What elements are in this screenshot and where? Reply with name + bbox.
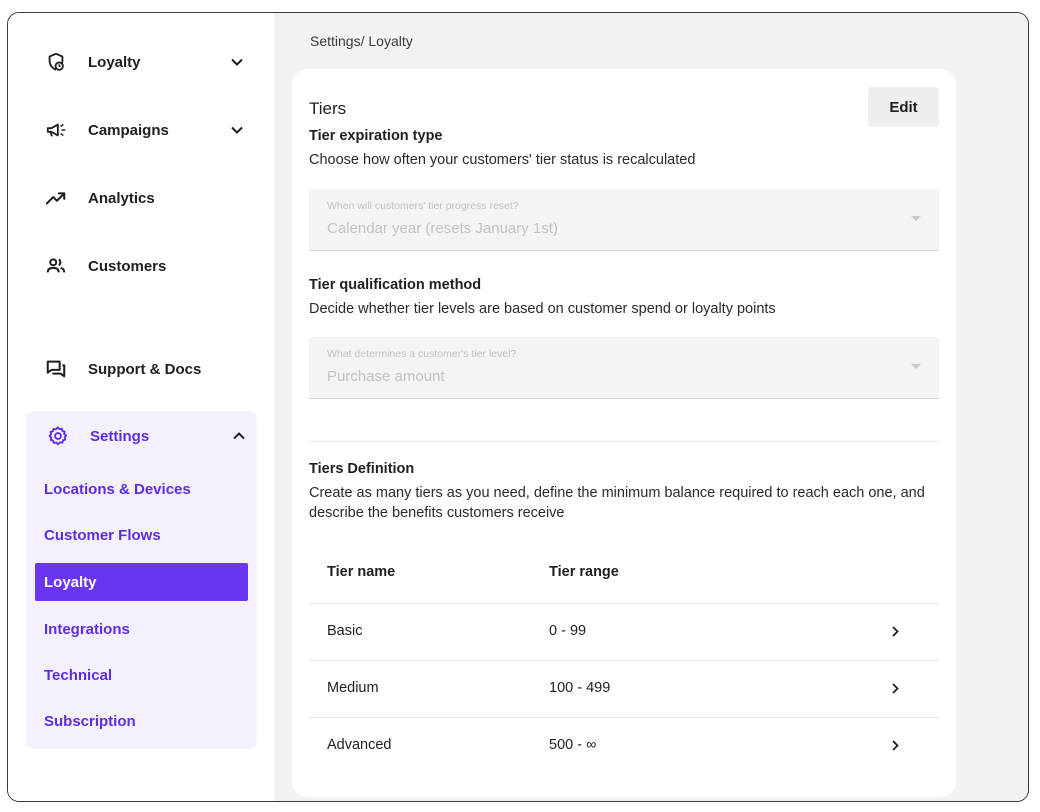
qualification-description: Decide whether tier levels are based on …	[309, 301, 776, 317]
breadcrumb: Settings/ Loyalty	[310, 33, 413, 49]
settings-submenu: Settings Locations & Devices Customer Fl…	[26, 411, 257, 749]
chevron-right-icon	[887, 622, 903, 640]
nav-settings[interactable]: Settings	[46, 421, 246, 451]
expiration-select[interactable]: When will customers' tier progress reset…	[309, 189, 939, 251]
settings-item-subscription[interactable]: Subscription	[44, 709, 234, 733]
tiers-card: Tiers Edit Tier expiration type Choose h…	[292, 69, 956, 797]
app-window: Loyalty Campaigns Analytics Customers Su…	[7, 12, 1029, 802]
chevron-down-icon	[230, 123, 244, 137]
nav-analytics-label: Analytics	[88, 189, 155, 207]
tier-name-cell: Medium	[327, 680, 379, 696]
nav-customers[interactable]: Customers	[44, 251, 244, 281]
expiration-title: Tier expiration type	[309, 128, 443, 144]
table-row[interactable]: Basic 0 - 99	[309, 603, 939, 660]
sidebar: Loyalty Campaigns Analytics Customers Su…	[8, 13, 274, 801]
gear-icon	[46, 424, 70, 448]
nav-customers-label: Customers	[88, 257, 167, 275]
qualification-select-value: Purchase amount	[327, 368, 445, 385]
megaphone-icon	[44, 118, 68, 142]
tier-range-cell: 500 - ∞	[549, 737, 597, 753]
nav-support-docs[interactable]: Support & Docs	[44, 354, 244, 384]
chevron-right-icon	[887, 679, 903, 697]
column-header-tier-range: Tier range	[549, 564, 619, 580]
nav-campaigns[interactable]: Campaigns	[44, 115, 244, 145]
settings-item-customer-flows[interactable]: Customer Flows	[44, 523, 234, 547]
settings-item-integrations[interactable]: Integrations	[44, 617, 234, 641]
table-row[interactable]: Advanced 500 - ∞	[309, 717, 939, 774]
nav-campaigns-label: Campaigns	[88, 121, 169, 139]
nav-loyalty-label: Loyalty	[88, 53, 141, 71]
qualification-select[interactable]: What determines a customer's tier level?…	[309, 337, 939, 399]
chevron-right-icon	[887, 736, 903, 754]
loyalty-shield-icon	[44, 50, 68, 74]
people-icon	[44, 254, 68, 278]
expiration-description: Choose how often your customers' tier st…	[309, 152, 696, 168]
dropdown-arrow-icon	[911, 216, 921, 221]
qualification-select-label: What determines a customer's tier level?	[327, 348, 517, 360]
card-title: Tiers	[309, 99, 347, 118]
expiration-select-label: When will customers' tier progress reset…	[327, 200, 519, 212]
chevron-up-icon	[232, 429, 246, 443]
tier-range-cell: 100 - 499	[549, 680, 611, 696]
chat-bubbles-icon	[44, 357, 68, 381]
qualification-title: Tier qualification method	[309, 277, 482, 293]
column-header-tier-name: Tier name	[327, 564, 396, 580]
nav-support-docs-label: Support & Docs	[88, 360, 202, 378]
tier-range-cell: 0 - 99	[549, 623, 587, 639]
trending-up-icon	[44, 186, 68, 210]
dropdown-arrow-icon	[911, 364, 921, 369]
table-row[interactable]: Medium 100 - 499	[309, 660, 939, 717]
settings-item-loyalty[interactable]: Loyalty	[35, 563, 248, 601]
main-content: Settings/ Loyalty Tiers Edit Tier expira…	[274, 13, 1028, 801]
settings-item-technical[interactable]: Technical	[44, 663, 234, 687]
chevron-down-icon	[230, 55, 244, 69]
definition-description: Create as many tiers as you need, define…	[309, 485, 925, 521]
tier-name-cell: Advanced	[327, 737, 392, 753]
section-divider	[309, 441, 939, 442]
expiration-select-value: Calendar year (resets January 1st)	[327, 220, 558, 237]
edit-button[interactable]: Edit	[868, 87, 939, 127]
tier-name-cell: Basic	[327, 623, 363, 639]
nav-analytics[interactable]: Analytics	[44, 183, 244, 213]
nav-settings-label: Settings	[90, 427, 150, 445]
settings-item-locations-devices[interactable]: Locations & Devices	[44, 477, 234, 501]
nav-loyalty[interactable]: Loyalty	[44, 47, 244, 77]
definition-title: Tiers Definition	[309, 461, 415, 477]
